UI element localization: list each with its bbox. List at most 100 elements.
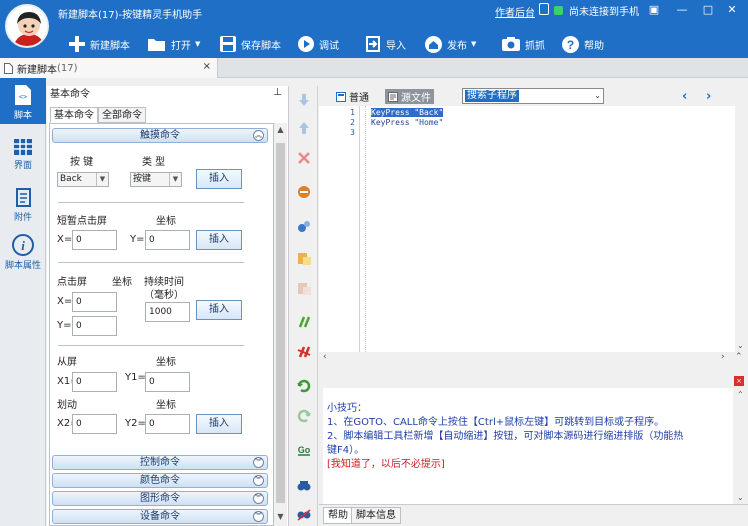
code-editor[interactable]: 1 2 3 KeyPress "Back" KeyPress "Home" xyxy=(319,106,748,352)
x1-input[interactable]: 0 xyxy=(72,372,117,392)
comment-icon[interactable] xyxy=(296,314,312,330)
open-button[interactable]: 打开 ▼ xyxy=(147,34,200,54)
y2-input[interactable]: 0 xyxy=(145,414,190,434)
maximize-button[interactable]: □ xyxy=(698,2,718,18)
scroll-up-icon[interactable]: ⌃ xyxy=(735,352,743,362)
debug-button[interactable]: 调试 xyxy=(297,34,339,54)
publish-button[interactable]: 发布 ▼ xyxy=(424,34,476,54)
menu-button[interactable]: ▣ xyxy=(644,2,664,18)
mode-normal-tab[interactable]: 普通 xyxy=(333,89,372,104)
nav-item-ui[interactable]: 界面 xyxy=(0,132,46,178)
prev-arrow-icon[interactable]: ‹ xyxy=(682,89,687,104)
delete-icon[interactable] xyxy=(296,150,312,166)
scroll-down-icon[interactable]: ⌄ xyxy=(737,493,744,502)
press-y-input[interactable]: 0 xyxy=(72,316,117,336)
insert-tap-button[interactable]: 插入 xyxy=(196,230,242,250)
undo-icon[interactable] xyxy=(296,378,312,394)
press-y-label: Y= xyxy=(57,320,72,331)
redo-icon[interactable] xyxy=(296,408,312,424)
minimize-button[interactable]: — xyxy=(672,2,692,18)
pin-icon[interactable]: ⊥ xyxy=(273,87,282,98)
swipe-from-label: 从屏 xyxy=(57,357,77,368)
capture-label: 抓抓 xyxy=(525,40,545,52)
tab-script-info[interactable]: 脚本信息 xyxy=(351,507,401,524)
insert-press-button[interactable]: 插入 xyxy=(196,300,242,320)
save-script-button[interactable]: 保存脚本 xyxy=(219,34,281,54)
section-control-commands[interactable]: 控制命令 ︾ xyxy=(52,455,268,470)
doc-tab-new-script[interactable]: 新建脚本 (17) × xyxy=(0,58,218,78)
close-tab-icon[interactable]: × xyxy=(203,61,211,72)
swipe-end-coord-label: 坐标 xyxy=(156,400,176,411)
y1-label: Y1= xyxy=(125,372,146,383)
scroll-up-icon[interactable]: ⌃ xyxy=(737,390,744,399)
paste-icon[interactable] xyxy=(296,250,312,266)
paste-disabled-icon[interactable] xyxy=(296,280,312,296)
nav-item-script[interactable]: <> 脚本 xyxy=(0,78,46,124)
section-touch-commands[interactable]: 触摸命令 ︽ xyxy=(52,128,268,143)
svg-text:i: i xyxy=(21,238,25,253)
replace-icon[interactable] xyxy=(296,506,312,522)
key-select[interactable]: Back ▼ xyxy=(57,172,109,187)
section-device-commands[interactable]: 设备命令 ︾ xyxy=(52,509,268,524)
move-down-icon[interactable] xyxy=(296,92,312,108)
scroll-down-icon[interactable]: ▼ xyxy=(274,512,287,524)
help-close-icon[interactable]: × xyxy=(734,376,744,386)
help-button[interactable]: ? 帮助 xyxy=(561,34,604,54)
tap-y-input[interactable]: 0 xyxy=(145,230,190,250)
publish-label: 发布 xyxy=(447,40,467,52)
connection-status[interactable]: 尚未连接到手机 xyxy=(554,3,639,18)
nav-item-properties[interactable]: i 脚本属性 xyxy=(0,228,46,274)
document-tab-strip: 新建脚本 (17) × xyxy=(0,58,748,78)
code-line[interactable]: KeyPress "Back" xyxy=(371,108,444,117)
find-icon[interactable] xyxy=(296,478,312,494)
scroll-right-icon[interactable]: › xyxy=(721,352,725,362)
next-arrow-icon[interactable]: › xyxy=(706,89,711,104)
x2-input[interactable]: 0 xyxy=(72,414,117,434)
subroutine-search-select[interactable]: 搜索子程序 ⌄ xyxy=(462,88,604,104)
tap-x-input[interactable]: 0 xyxy=(72,230,117,250)
duration-input[interactable]: 1000 xyxy=(145,302,190,322)
window-title: 新建脚本(17)-按键精灵手机助手 xyxy=(58,10,203,21)
scroll-thumb[interactable] xyxy=(276,143,285,503)
mode-source-tab[interactable]: 源文件 xyxy=(385,89,434,104)
insert-swipe-button[interactable]: 插入 xyxy=(196,414,242,434)
editor-side-toolbar: Go xyxy=(290,86,318,526)
author-dashboard-link[interactable]: 作者后台 xyxy=(495,4,535,19)
copy-icon[interactable] xyxy=(296,218,312,234)
capture-button[interactable]: 抓抓 xyxy=(501,34,545,54)
nav-item-attachment[interactable]: 附件 xyxy=(0,182,46,228)
tab-help[interactable]: 帮助 xyxy=(323,507,353,524)
section-color-commands[interactable]: 颜色命令 ︾ xyxy=(52,473,268,488)
scroll-left-icon[interactable]: ‹ xyxy=(323,352,327,362)
insert-key-button[interactable]: 插入 xyxy=(196,169,242,189)
y1-input[interactable]: 0 xyxy=(145,372,190,392)
script-icon: <> xyxy=(15,85,31,105)
plus-icon xyxy=(69,36,85,52)
import-label: 导入 xyxy=(386,40,406,52)
nav-label-attachment: 附件 xyxy=(13,213,32,223)
press-x-input[interactable]: 0 xyxy=(72,292,117,312)
cut-icon[interactable] xyxy=(296,184,312,200)
close-button[interactable]: ✕ xyxy=(722,2,742,18)
panel-scrollbar[interactable]: ▲ ▼ xyxy=(274,123,287,526)
import-button[interactable]: 导入 xyxy=(364,34,406,54)
uncomment-icon[interactable] xyxy=(296,344,312,360)
editor-hscroll[interactable]: ‹ › ⌃ xyxy=(319,352,748,366)
scroll-up-icon[interactable]: ▲ xyxy=(274,125,287,137)
editor-vscroll[interactable]: ⌄ xyxy=(735,106,748,352)
new-script-button[interactable]: 新建脚本 xyxy=(68,34,130,54)
goto-icon[interactable]: Go xyxy=(296,442,312,458)
code-line[interactable]: KeyPress "Home" xyxy=(371,118,443,127)
dismiss-tip-link[interactable]: [我知道了，以后不必提示] xyxy=(327,458,445,472)
avatar[interactable] xyxy=(5,4,49,48)
type-select[interactable]: 按键 ▼ xyxy=(130,172,182,187)
help-scrollbar[interactable]: ⌃ ⌄ xyxy=(734,388,748,504)
scroll-down-icon[interactable]: ⌄ xyxy=(737,341,744,350)
document-icon xyxy=(4,62,13,74)
divider xyxy=(58,262,244,263)
section-graphic-commands[interactable]: 图形命令 ︾ xyxy=(52,491,268,506)
chevron-down-icon: ⌄ xyxy=(594,91,601,100)
tab-basic-commands[interactable]: 基本命令 xyxy=(50,107,98,123)
tab-all-commands[interactable]: 全部命令 xyxy=(98,107,146,123)
move-up-icon[interactable] xyxy=(296,120,312,136)
